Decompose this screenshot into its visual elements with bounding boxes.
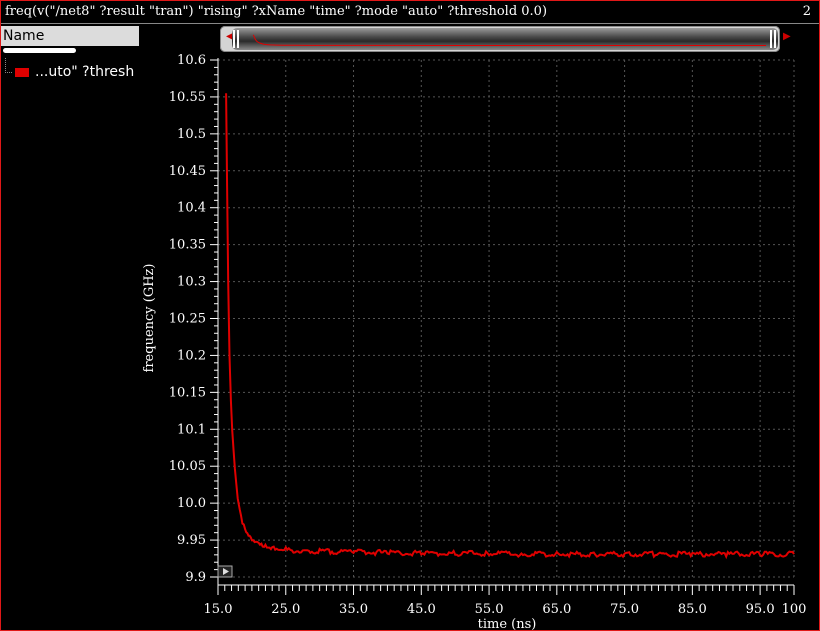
y-axis-label: frequency (GHz) xyxy=(142,264,157,373)
y-axis-ticks: 9.9 9.95 10.0 10.05 10.1 10.15 10.2 10.25 10.3 10… xyxy=(169,53,218,585)
y-tick-label: 10.6 xyxy=(177,53,206,68)
y-tick-label: 10.45 xyxy=(169,164,206,179)
axes xyxy=(217,58,794,586)
y-tick-label: 10.25 xyxy=(169,312,206,327)
y-tick-label: 9.95 xyxy=(177,533,206,548)
grid-lines xyxy=(217,59,795,578)
series-layer xyxy=(225,93,795,560)
frequency-chart[interactable]: 9.9 9.95 10.0 10.05 10.1 10.15 10.2 10.25 10.3 10… xyxy=(0,0,820,631)
x-axis-label: time (ns) xyxy=(478,617,537,631)
x-tick-label: 15.0 xyxy=(204,602,233,617)
y-tick-label: 10.05 xyxy=(169,459,206,474)
x-tick-label: 45.0 xyxy=(407,602,436,617)
y-tick-label: 10.5 xyxy=(177,127,206,142)
y-tick-label: 10.55 xyxy=(169,90,206,105)
x-tick-label: 95.0 xyxy=(746,602,775,617)
x-tick-label: 65.0 xyxy=(542,602,571,617)
series-line-0[interactable] xyxy=(225,93,795,560)
y-tick-label: 10.4 xyxy=(177,201,206,216)
x-tick-label: 75.0 xyxy=(610,602,639,617)
y-tick-label: 10.1 xyxy=(177,422,206,437)
x-tick-label: 100 xyxy=(782,602,807,617)
x-tick-label: 25.0 xyxy=(271,602,300,617)
y-tick-label: 10.0 xyxy=(177,496,206,511)
x-tick-label: 35.0 xyxy=(339,602,368,617)
y-tick-label: 10.35 xyxy=(169,238,206,253)
y-tick-label: 10.3 xyxy=(177,275,206,290)
play-marker-icon[interactable] xyxy=(217,565,233,578)
x-axis-ticks: 15.0 25.0 35.0 45.0 55.0 65.0 75.0 85.0 95.0 100 xyxy=(204,585,807,617)
y-tick-label: 10.2 xyxy=(177,348,206,363)
y-tick-label: 9.9 xyxy=(185,570,206,585)
y-tick-label: 10.15 xyxy=(169,385,206,400)
x-tick-label: 85.0 xyxy=(678,602,707,617)
x-tick-label: 55.0 xyxy=(475,602,504,617)
